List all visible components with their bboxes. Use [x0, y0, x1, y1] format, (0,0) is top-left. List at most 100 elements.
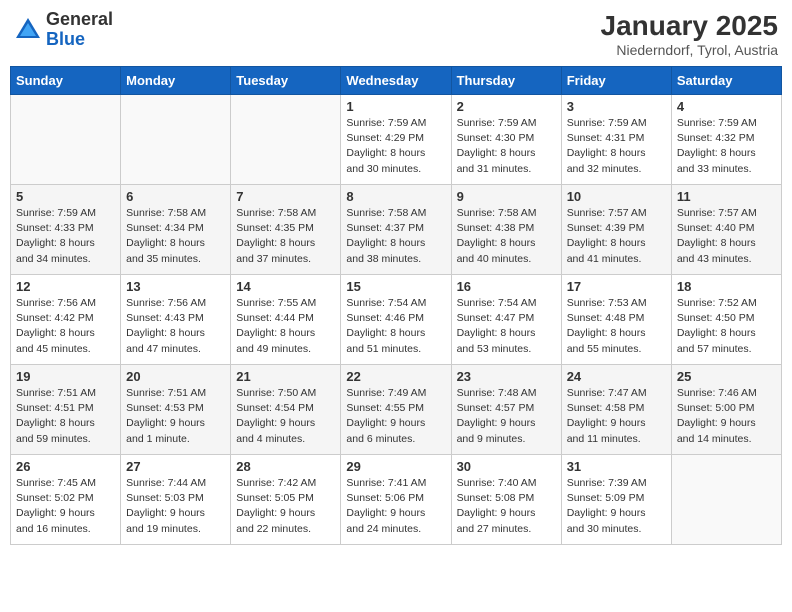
day-info: Sunrise: 7:52 AMSunset: 4:50 PMDaylight:…: [677, 296, 776, 357]
day-number: 21: [236, 369, 335, 384]
logo-blue: Blue: [46, 30, 113, 50]
day-info: Sunrise: 7:54 AMSunset: 4:46 PMDaylight:…: [346, 296, 445, 357]
calendar-day-cell: 20 Sunrise: 7:51 AMSunset: 4:53 PMDayligh…: [121, 365, 231, 455]
calendar-day-cell: 8Sunrise: 7:58 AMSunset: 4:37 PMDaylight…: [341, 185, 451, 275]
weekday-header-cell: Thursday: [451, 67, 561, 95]
day-info: Sunrise: 7:49 AMSunset: 4:55 PMDaylight:…: [346, 386, 445, 447]
day-info: Sunrise: 7:40 AMSunset: 5:08 PMDaylight:…: [457, 476, 556, 537]
day-number: 10: [567, 189, 666, 204]
logo-icon: [14, 16, 42, 44]
calendar-day-cell: 7 Sunrise: 7:58 AMSunset: 4:35 PMDaylight…: [231, 185, 341, 275]
day-number: 12: [16, 279, 115, 294]
day-info: Sunrise: 7:58 AMSunset: 4:38 PMDaylight:…: [457, 206, 556, 267]
day-number: 17: [567, 279, 666, 294]
month-title: January 2025: [601, 10, 778, 42]
calendar-day-cell: 29Sunrise: 7:41 AMSunset: 5:06 PMDayligh…: [341, 455, 451, 545]
calendar-day-cell: 13 Sunrise: 7:56 AMSunset: 4:43 PMDayligh…: [121, 275, 231, 365]
day-info: Sunrise: 7:59 AMSunset: 4:31 PMDaylight:…: [567, 116, 666, 177]
day-info: Sunrise: 7:53 AMSunset: 4:48 PMDaylight:…: [567, 296, 666, 357]
calendar-day-cell: 18Sunrise: 7:52 AMSunset: 4:50 PMDayligh…: [671, 275, 781, 365]
day-info: Sunrise: 7:47 AMSunset: 4:58 PMDaylight:…: [567, 386, 666, 447]
day-info: Sunrise: 7:46 AMSunset: 5:00 PMDaylight:…: [677, 386, 776, 447]
weekday-header-cell: Monday: [121, 67, 231, 95]
day-number: 20: [126, 369, 225, 384]
calendar-day-cell: 15 Sunrise: 7:54 AMSunset: 4:46 PMDayligh…: [341, 275, 451, 365]
day-number: 25: [677, 369, 776, 384]
calendar-week-row: 1 Sunrise: 7:59 AMSunset: 4:29 PMDaylight…: [11, 95, 782, 185]
day-info: Sunrise: 7:56 AMSunset: 4:42 PMDaylight:…: [16, 296, 115, 357]
day-info: Sunrise: 7:51 AMSunset: 4:53 PMDaylight:…: [126, 386, 225, 447]
calendar-day-cell: 27 Sunrise: 7:44 AMSunset: 5:03 PMDayligh…: [121, 455, 231, 545]
day-number: 31: [567, 459, 666, 474]
day-info: Sunrise: 7:39 AMSunset: 5:09 PMDaylight:…: [567, 476, 666, 537]
day-info: Sunrise: 7:55 AMSunset: 4:44 PMDaylight:…: [236, 296, 335, 357]
day-info: Sunrise: 7:45 AMSunset: 5:02 PMDaylight:…: [16, 476, 115, 537]
day-number: 16: [457, 279, 556, 294]
calendar-day-cell: [121, 95, 231, 185]
calendar-day-cell: 25 Sunrise: 7:46 AMSunset: 5:00 PMDayligh…: [671, 365, 781, 455]
day-info: Sunrise: 7:59 AMSunset: 4:29 PMDaylight:…: [346, 116, 445, 177]
day-number: 26: [16, 459, 115, 474]
weekday-header-cell: Wednesday: [341, 67, 451, 95]
day-info: Sunrise: 7:59 AMSunset: 4:30 PMDaylight:…: [457, 116, 556, 177]
calendar-day-cell: 5 Sunrise: 7:59 AMSunset: 4:33 PMDaylight…: [11, 185, 121, 275]
day-info: Sunrise: 7:50 AMSunset: 4:54 PMDaylight:…: [236, 386, 335, 447]
day-info: Sunrise: 7:57 AMSunset: 4:40 PMDaylight:…: [677, 206, 776, 267]
logo: General Blue: [14, 10, 113, 50]
calendar-day-cell: 24 Sunrise: 7:47 AMSunset: 4:58 PMDayligh…: [561, 365, 671, 455]
day-number: 22: [346, 369, 445, 384]
calendar-day-cell: [231, 95, 341, 185]
day-number: 15: [346, 279, 445, 294]
day-number: 6: [126, 189, 225, 204]
title-block: January 2025 Niederndorf, Tyrol, Austria: [601, 10, 778, 58]
calendar-table: SundayMondayTuesdayWednesdayThursdayFrid…: [10, 66, 782, 545]
day-number: 11: [677, 189, 776, 204]
calendar-day-cell: 21 Sunrise: 7:50 AMSunset: 4:54 PMDayligh…: [231, 365, 341, 455]
day-number: 2: [457, 99, 556, 114]
calendar-week-row: 19 Sunrise: 7:51 AMSunset: 4:51 PMDayligh…: [11, 365, 782, 455]
calendar-day-cell: 19 Sunrise: 7:51 AMSunset: 4:51 PMDayligh…: [11, 365, 121, 455]
calendar-day-cell: 14Sunrise: 7:55 AMSunset: 4:44 PMDayligh…: [231, 275, 341, 365]
day-number: 8: [346, 189, 445, 204]
day-info: Sunrise: 7:58 AMSunset: 4:35 PMDaylight:…: [236, 206, 335, 267]
day-number: 19: [16, 369, 115, 384]
page-header: General Blue January 2025 Niederndorf, T…: [10, 10, 782, 58]
calendar-body: 1 Sunrise: 7:59 AMSunset: 4:29 PMDaylight…: [11, 95, 782, 545]
calendar-day-cell: 16Sunrise: 7:54 AMSunset: 4:47 PMDayligh…: [451, 275, 561, 365]
calendar-week-row: 5 Sunrise: 7:59 AMSunset: 4:33 PMDaylight…: [11, 185, 782, 275]
calendar-week-row: 26 Sunrise: 7:45 AMSunset: 5:02 PMDayligh…: [11, 455, 782, 545]
calendar-week-row: 12 Sunrise: 7:56 AMSunset: 4:42 PMDayligh…: [11, 275, 782, 365]
day-info: Sunrise: 7:44 AMSunset: 5:03 PMDaylight:…: [126, 476, 225, 537]
location: Niederndorf, Tyrol, Austria: [601, 42, 778, 58]
day-number: 7: [236, 189, 335, 204]
day-info: Sunrise: 7:59 AMSunset: 4:32 PMDaylight:…: [677, 116, 776, 177]
day-number: 5: [16, 189, 115, 204]
day-number: 24: [567, 369, 666, 384]
weekday-header-cell: Tuesday: [231, 67, 341, 95]
calendar-day-cell: 3Sunrise: 7:59 AMSunset: 4:31 PMDaylight…: [561, 95, 671, 185]
day-info: Sunrise: 7:56 AMSunset: 4:43 PMDaylight:…: [126, 296, 225, 357]
day-info: Sunrise: 7:59 AMSunset: 4:33 PMDaylight:…: [16, 206, 115, 267]
weekday-header-cell: Friday: [561, 67, 671, 95]
day-info: Sunrise: 7:51 AMSunset: 4:51 PMDaylight:…: [16, 386, 115, 447]
day-info: Sunrise: 7:57 AMSunset: 4:39 PMDaylight:…: [567, 206, 666, 267]
day-number: 1: [346, 99, 445, 114]
calendar-day-cell: 1 Sunrise: 7:59 AMSunset: 4:29 PMDaylight…: [341, 95, 451, 185]
calendar-day-cell: 10 Sunrise: 7:57 AMSunset: 4:39 PMDayligh…: [561, 185, 671, 275]
day-number: 13: [126, 279, 225, 294]
day-info: Sunrise: 7:42 AMSunset: 5:05 PMDaylight:…: [236, 476, 335, 537]
day-number: 30: [457, 459, 556, 474]
logo-general: General: [46, 10, 113, 30]
day-number: 9: [457, 189, 556, 204]
calendar-day-cell: 6 Sunrise: 7:58 AMSunset: 4:34 PMDaylight…: [121, 185, 231, 275]
day-number: 23: [457, 369, 556, 384]
calendar-day-cell: [671, 455, 781, 545]
calendar-day-cell: [11, 95, 121, 185]
calendar-day-cell: 11 Sunrise: 7:57 AMSunset: 4:40 PMDayligh…: [671, 185, 781, 275]
day-number: 27: [126, 459, 225, 474]
calendar-day-cell: 22 Sunrise: 7:49 AMSunset: 4:55 PMDayligh…: [341, 365, 451, 455]
weekday-header-cell: Sunday: [11, 67, 121, 95]
calendar-day-cell: 28Sunrise: 7:42 AMSunset: 5:05 PMDayligh…: [231, 455, 341, 545]
day-info: Sunrise: 7:41 AMSunset: 5:06 PMDaylight:…: [346, 476, 445, 537]
day-info: Sunrise: 7:58 AMSunset: 4:34 PMDaylight:…: [126, 206, 225, 267]
